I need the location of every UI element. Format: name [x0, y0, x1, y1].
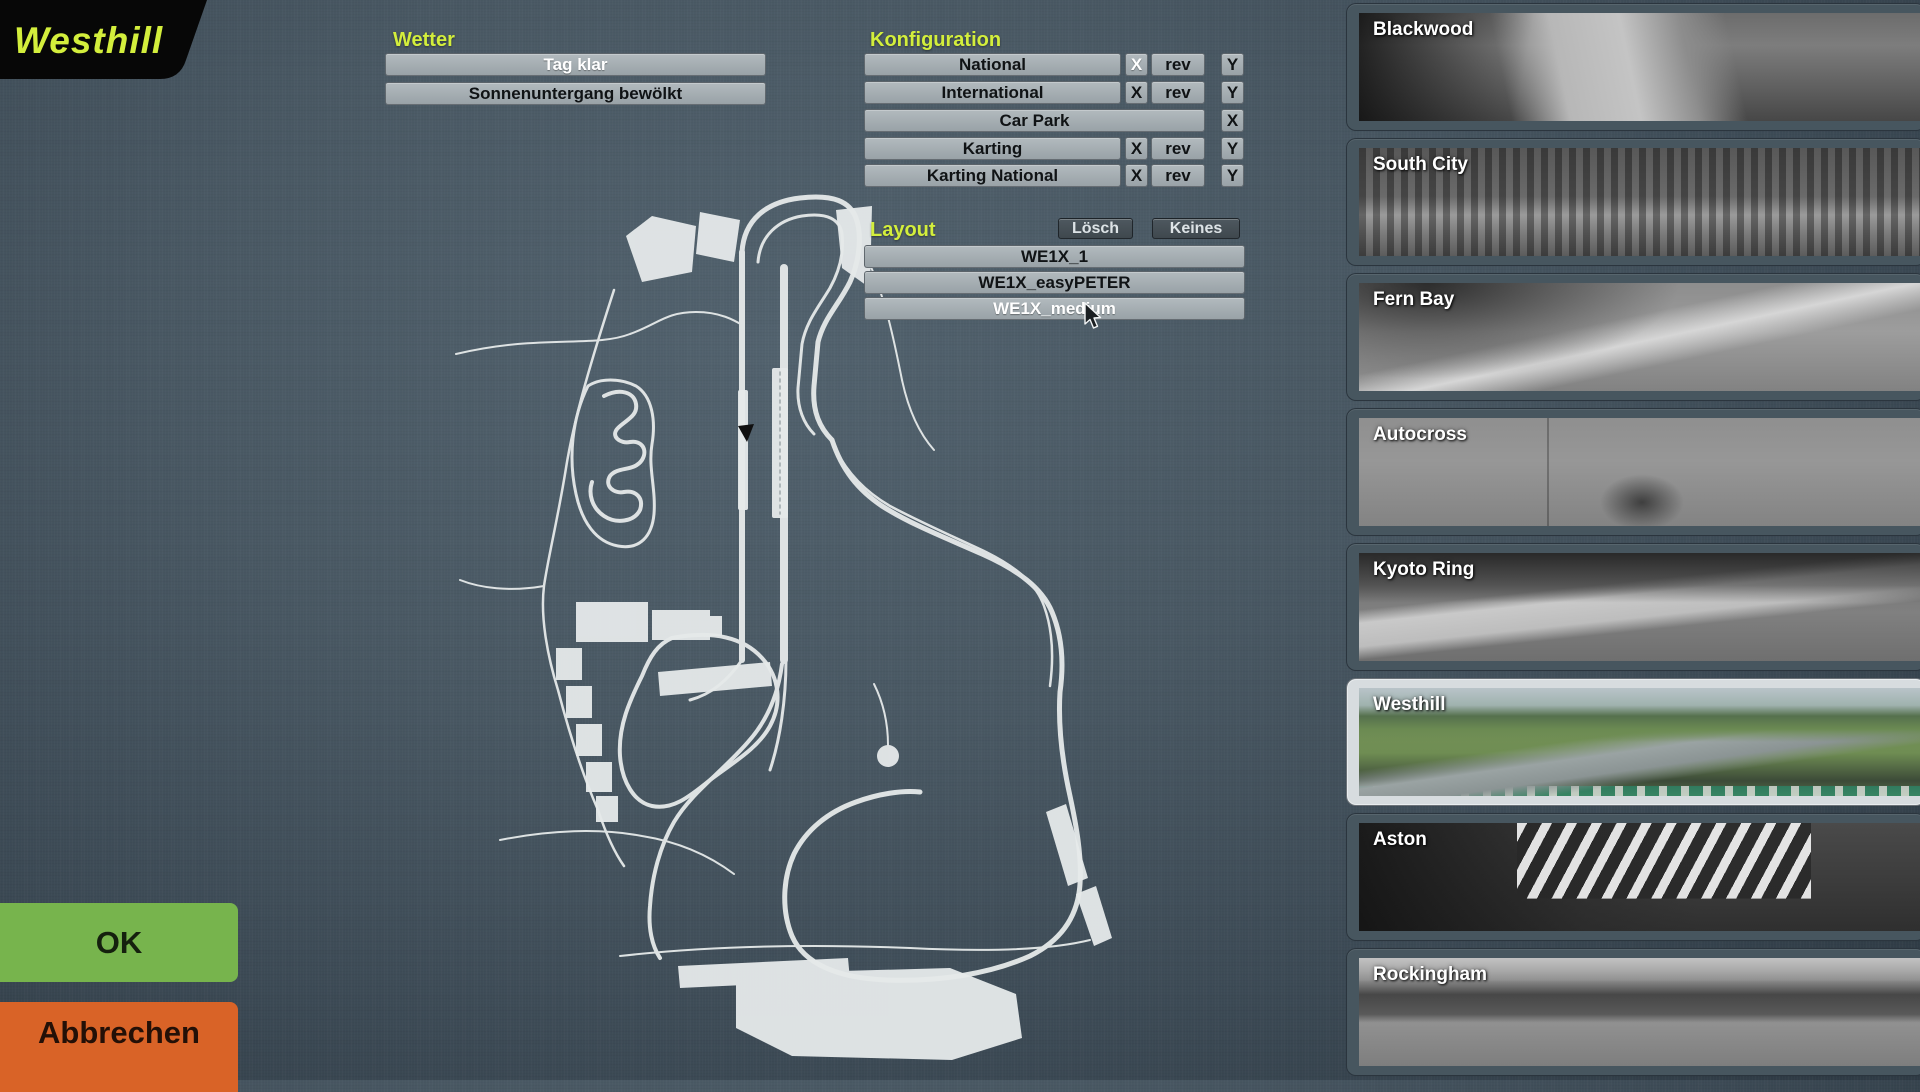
track-card-aston[interactable]: Aston	[1346, 813, 1920, 941]
track-name: Kyoto Ring	[1373, 559, 1474, 581]
page-title: Westhill	[14, 20, 163, 62]
track-photo-westhill: Westhill	[1359, 688, 1920, 796]
track-card-rockingham[interactable]: Rockingham	[1346, 948, 1920, 1076]
track-photo-fern-bay: Fern Bay	[1359, 283, 1920, 391]
track-card-autocross[interactable]: Autocross	[1346, 408, 1920, 536]
weather-option-day-clear[interactable]: Tag klar	[385, 53, 766, 76]
track-name: South City	[1373, 154, 1468, 176]
config-karting-national-x[interactable]: X	[1125, 164, 1148, 187]
track-photo-south-city: South City	[1359, 148, 1920, 256]
track-card-kyoto-ring[interactable]: Kyoto Ring	[1346, 543, 1920, 671]
layout-item-we1x-1[interactable]: WE1X_1	[864, 245, 1245, 268]
track-name: Blackwood	[1373, 19, 1473, 41]
track-photo-autocross: Autocross	[1359, 418, 1920, 526]
configuration-section-label: Konfiguration	[870, 29, 1001, 52]
cancel-button[interactable]: Abbrechen	[0, 1002, 238, 1092]
config-karting-national-rev[interactable]: rev	[1151, 164, 1205, 187]
track-photo-blackwood: Blackwood	[1359, 13, 1920, 121]
weather-option-sunset-cloudy[interactable]: Sonnenuntergang bewölkt	[385, 82, 766, 105]
config-karting-x[interactable]: X	[1125, 137, 1148, 160]
config-national-y[interactable]: Y	[1221, 53, 1244, 76]
track-card-blackwood[interactable]: Blackwood	[1346, 3, 1920, 131]
config-car-park-x[interactable]: X	[1221, 109, 1244, 132]
weather-section-label: Wetter	[393, 29, 455, 52]
config-karting-rev[interactable]: rev	[1151, 137, 1205, 160]
config-karting-y[interactable]: Y	[1221, 137, 1244, 160]
layout-delete-button[interactable]: Lösch	[1058, 218, 1133, 239]
ok-button[interactable]: OK	[0, 903, 238, 982]
config-national-x[interactable]: X	[1125, 53, 1148, 76]
config-international[interactable]: International	[864, 81, 1121, 104]
config-karting-national[interactable]: Karting National	[864, 164, 1121, 187]
track-card-westhill-selected[interactable]: Westhill	[1346, 678, 1920, 806]
layout-item-we1x-medium[interactable]: WE1X_medium	[864, 297, 1245, 320]
config-karting-national-y[interactable]: Y	[1221, 164, 1244, 187]
track-card-south-city[interactable]: South City	[1346, 138, 1920, 266]
config-national[interactable]: National	[864, 53, 1121, 76]
config-international-y[interactable]: Y	[1221, 81, 1244, 104]
track-photo-kyoto-ring: Kyoto Ring	[1359, 553, 1920, 661]
track-photo-aston: Aston	[1359, 823, 1920, 931]
track-name: Autocross	[1373, 424, 1467, 446]
config-car-park[interactable]: Car Park	[864, 109, 1205, 132]
config-national-rev[interactable]: rev	[1151, 53, 1205, 76]
layout-section-label: Layout	[870, 219, 936, 242]
track-name: Westhill	[1373, 694, 1446, 716]
track-title-banner: Westhill	[0, 0, 212, 80]
track-card-fern-bay[interactable]: Fern Bay	[1346, 273, 1920, 401]
track-photo-rockingham: Rockingham	[1359, 958, 1920, 1066]
track-name: Aston	[1373, 829, 1427, 851]
track-name: Rockingham	[1373, 964, 1487, 986]
config-international-rev[interactable]: rev	[1151, 81, 1205, 104]
layout-item-we1x-easypeter[interactable]: WE1X_easyPETER	[864, 271, 1245, 294]
layout-none-button[interactable]: Keines	[1152, 218, 1240, 239]
config-karting[interactable]: Karting	[864, 137, 1121, 160]
config-international-x[interactable]: X	[1125, 81, 1148, 104]
track-name: Fern Bay	[1373, 289, 1454, 311]
